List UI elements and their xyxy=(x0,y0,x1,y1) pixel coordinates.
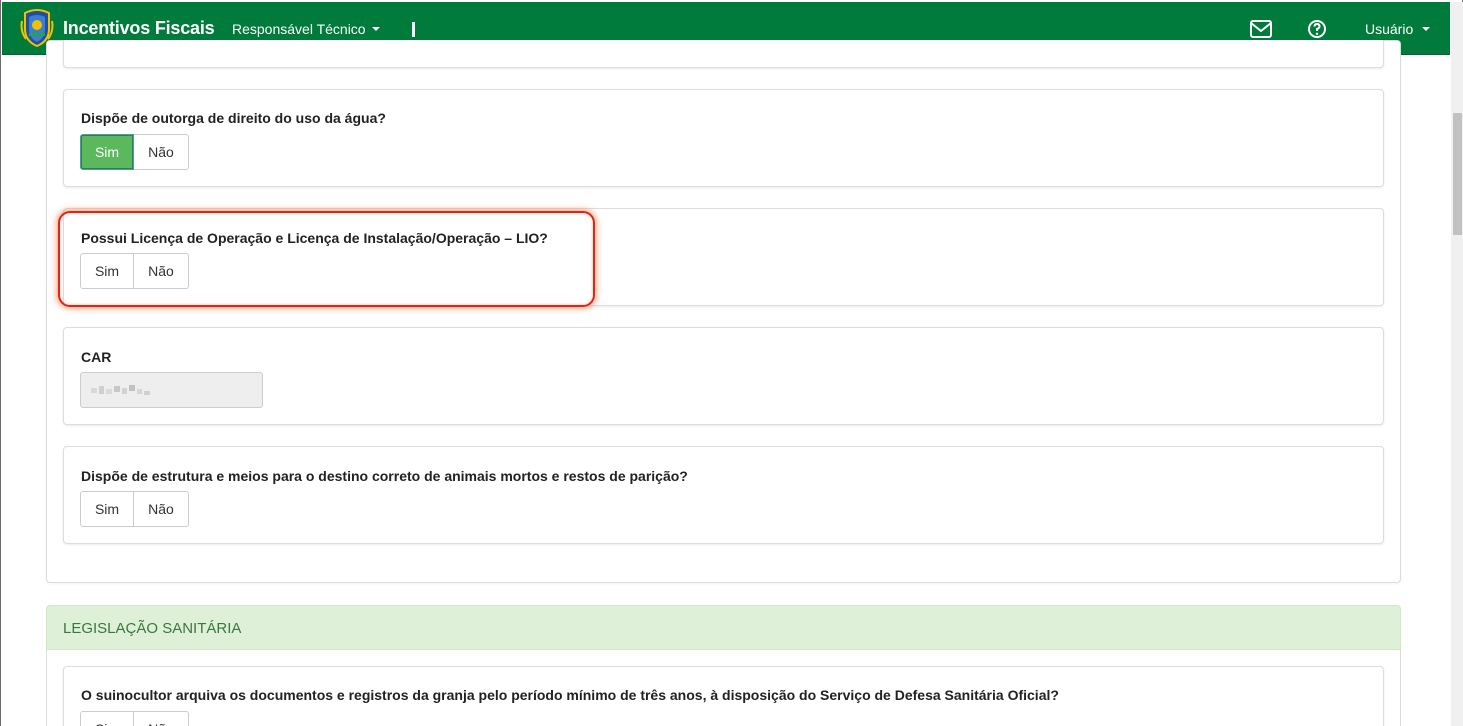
caret-down-icon xyxy=(1422,27,1431,31)
yes-no-toggle: Sim Não xyxy=(80,253,189,289)
dropdown-label: Responsável Técnico xyxy=(232,21,366,37)
yes-no-toggle: Sim Não xyxy=(80,711,189,726)
question-circle-icon[interactable] xyxy=(1307,19,1327,39)
caret-down-icon xyxy=(371,27,380,31)
question-label: Dispõe de estrutura e meios para o desti… xyxy=(81,468,688,484)
section-title: LEGISLAÇÃO SANITÁRIA xyxy=(63,620,242,637)
question-label: Possui Licença de Operação e Licença de … xyxy=(81,230,548,246)
envelope-icon[interactable] xyxy=(1249,19,1273,39)
page-scrollbar-track[interactable] xyxy=(1451,2,1463,726)
question-card-animais-mortos: Dispõe de estrutura e meios para o desti… xyxy=(63,446,1384,544)
blurred-value xyxy=(91,385,150,395)
car-label: CAR xyxy=(81,349,112,365)
previous-question-card xyxy=(63,40,1384,68)
nav-separator xyxy=(412,22,415,37)
brand-title[interactable]: Incentivos Fiscais xyxy=(63,18,215,39)
yes-button[interactable]: Sim xyxy=(80,711,134,726)
yes-button[interactable]: Sim xyxy=(80,253,134,289)
question-label: O suinocultor arquiva os documentos e re… xyxy=(81,687,1059,703)
question-card-car: CAR xyxy=(63,327,1384,425)
yes-no-toggle: Sim Não xyxy=(80,134,189,170)
responsavel-tecnico-dropdown[interactable]: Responsável Técnico xyxy=(232,21,380,37)
yes-button[interactable]: Sim xyxy=(80,134,134,170)
question-card-outorga: Dispõe de outorga de direito do uso da á… xyxy=(63,89,1384,187)
no-button[interactable]: Não xyxy=(134,491,189,527)
no-button[interactable]: Não xyxy=(134,134,189,170)
page-scrollbar-thumb[interactable] xyxy=(1453,113,1462,235)
yes-no-toggle: Sim Não xyxy=(80,491,189,527)
car-field[interactable] xyxy=(80,372,263,408)
section-header-legislacao-sanitaria: LEGISLAÇÃO SANITÁRIA xyxy=(46,605,1401,650)
question-card-arquivo-documentos: O suinocultor arquiva os documentos e re… xyxy=(63,666,1384,726)
no-button[interactable]: Não xyxy=(134,711,189,726)
yes-button[interactable]: Sim xyxy=(80,491,134,527)
no-button[interactable]: Não xyxy=(134,253,189,289)
question-card-lio: Possui Licença de Operação e Licença de … xyxy=(63,208,1384,306)
user-label: Usuário xyxy=(1365,21,1414,37)
question-label: Dispõe de outorga de direito do uso da á… xyxy=(81,110,386,126)
user-dropdown[interactable]: Usuário xyxy=(1365,21,1431,37)
